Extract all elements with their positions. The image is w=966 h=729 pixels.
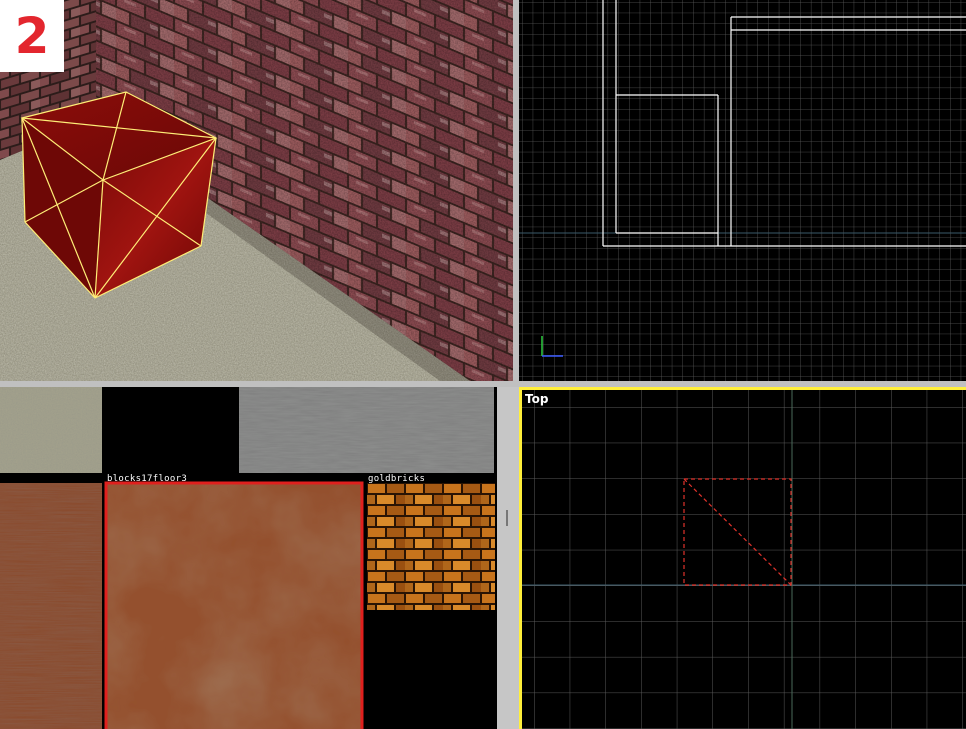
viewport-label-top: Top [525, 392, 549, 406]
perspective-viewport[interactable]: 2 [0, 0, 513, 381]
texture-browser[interactable]: blocks17floor3 goldbricks [0, 387, 497, 729]
perspective-scene[interactable] [0, 0, 513, 381]
pane-splitter[interactable] [497, 387, 519, 729]
side-grid[interactable] [519, 0, 966, 381]
selected-texture-blocks17floor3[interactable] [104, 481, 364, 729]
grey-concrete-texture[interactable] [239, 387, 494, 473]
top-grid-viewport[interactable]: Top [519, 387, 966, 729]
concrete-floor-texture[interactable] [0, 387, 102, 473]
texture-label-goldbricks: goldbricks [368, 474, 426, 484]
top-grid[interactable] [522, 390, 966, 729]
side-grid-viewport[interactable] [519, 0, 966, 381]
splitter-grip-icon[interactable] [506, 510, 508, 526]
texture-label-blocks17floor3: blocks17floor3 [107, 474, 188, 484]
rusty-metal-texture[interactable] [0, 483, 102, 729]
gold-brick-texture[interactable] [367, 483, 495, 610]
screenshot-badge: 2 [0, 0, 64, 72]
